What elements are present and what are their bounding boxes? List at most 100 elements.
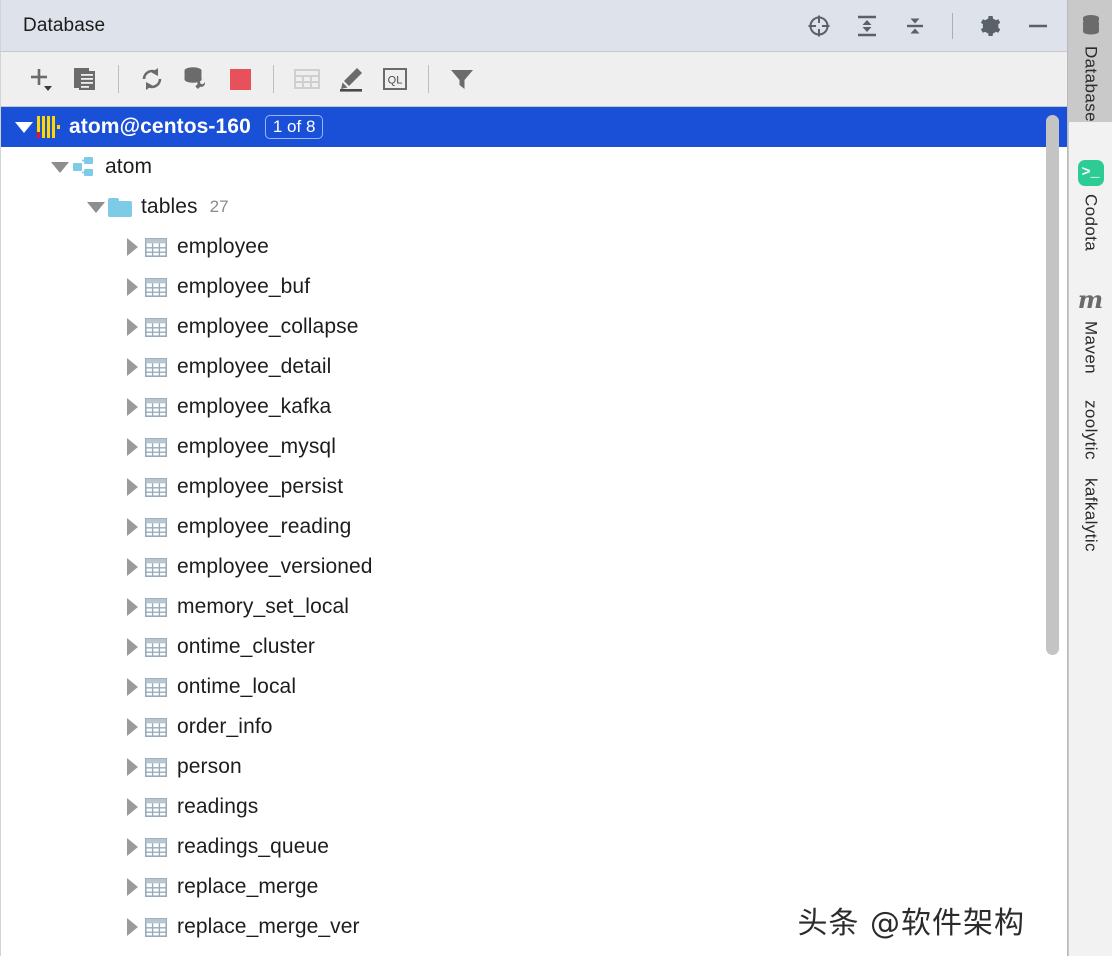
connection-label: atom@centos-160 (69, 115, 251, 138)
chevron-right-icon[interactable] (121, 678, 143, 696)
table-row[interactable]: memory_set_local (1, 587, 1067, 627)
duplicate-button[interactable] (63, 59, 107, 99)
sidebar-item-zoolytic[interactable]: zoolytic (1069, 400, 1112, 460)
chevron-right-icon[interactable] (121, 558, 143, 576)
refresh-button[interactable] (130, 59, 174, 99)
table-row[interactable]: ontime_local (1, 667, 1067, 707)
tables-count: 27 (209, 197, 229, 216)
table-label: employee_buf (177, 275, 311, 298)
table-editor-button[interactable] (285, 59, 329, 99)
table-row[interactable]: employee_mysql (1, 427, 1067, 467)
chevron-down-icon[interactable] (49, 161, 71, 173)
table-label: employee_collapse (177, 315, 359, 338)
table-label: employee_detail (177, 355, 332, 378)
table-label: replace_merge_ver (177, 915, 360, 938)
table-icon (143, 477, 169, 497)
sidebar-item-label: zoolytic (1081, 400, 1101, 461)
table-row[interactable]: person (1, 747, 1067, 787)
table-label: readings (177, 795, 259, 818)
chevron-down-icon[interactable] (85, 201, 107, 213)
db-tools-button[interactable] (174, 59, 218, 99)
database-tool-window: Database QL atom@centos-160 1 of 8 atom … (0, 0, 1068, 956)
table-label: employee_persist (177, 475, 344, 498)
table-row[interactable]: order_info (1, 707, 1067, 747)
header-button-group (804, 11, 1053, 41)
chevron-down-icon[interactable] (13, 121, 35, 133)
chevron-right-icon[interactable] (121, 358, 143, 376)
table-row[interactable]: readings_queue (1, 827, 1067, 867)
sidebar-item-database[interactable]: Database (1068, 0, 1112, 122)
table-icon (143, 917, 169, 937)
tree-node-schema[interactable]: atom (1, 147, 1067, 187)
table-icon (143, 237, 169, 257)
table-row[interactable]: employee_versioned (1, 547, 1067, 587)
table-label: person (177, 755, 242, 778)
modify-button[interactable] (329, 59, 373, 99)
table-row[interactable]: ontime_cluster (1, 627, 1067, 667)
table-label: employee_kafka (177, 395, 332, 418)
table-row[interactable]: employee_kafka (1, 387, 1067, 427)
locate-icon[interactable] (804, 11, 834, 41)
chevron-right-icon[interactable] (121, 918, 143, 936)
table-icon (143, 277, 169, 297)
minimize-icon[interactable] (1023, 11, 1053, 41)
schema-label: atom (105, 155, 153, 178)
expand-all-icon[interactable] (852, 11, 882, 41)
chevron-right-icon[interactable] (121, 518, 143, 536)
table-list: employee employee_buf employee_collapseemp… (1, 227, 1067, 947)
tree-node-connection[interactable]: atom@centos-160 1 of 8 (1, 107, 1067, 147)
chevron-right-icon[interactable] (121, 398, 143, 416)
vertical-scrollbar[interactable] (1046, 115, 1059, 655)
query-console-label: QL (388, 75, 403, 87)
table-icon (143, 437, 169, 457)
table-row[interactable]: employee_persist (1, 467, 1067, 507)
chevron-right-icon[interactable] (121, 758, 143, 776)
header-divider (952, 12, 953, 39)
sidebar-item-label: Database (1081, 46, 1101, 122)
folder-icon (107, 197, 133, 217)
database-tree: atom@centos-160 1 of 8 atom tables 27 em… (1, 107, 1067, 956)
table-row[interactable]: readings (1, 787, 1067, 827)
chevron-right-icon[interactable] (121, 438, 143, 456)
chevron-right-icon[interactable] (121, 878, 143, 896)
sidebar-item-codota[interactable]: >_ Codota (1069, 148, 1112, 251)
table-row[interactable]: employee (1, 227, 1067, 267)
table-row[interactable]: employee_collapse (1, 307, 1067, 347)
schema-icon (71, 156, 97, 178)
table-row[interactable]: replace_merge (1, 867, 1067, 907)
application-root: Database QL atom@centos-160 1 of 8 atom … (0, 0, 1112, 956)
sidebar-item-kafkalytic[interactable]: kafkalytic (1069, 478, 1112, 552)
table-icon (143, 757, 169, 777)
table-row[interactable]: replace_merge_ver (1, 907, 1067, 947)
chevron-right-icon[interactable] (121, 638, 143, 656)
chevron-right-icon[interactable] (121, 718, 143, 736)
chevron-right-icon[interactable] (121, 238, 143, 256)
chevron-right-icon[interactable] (121, 478, 143, 496)
table-row[interactable]: employee_detail (1, 347, 1067, 387)
add-button[interactable] (19, 59, 63, 99)
filter-button[interactable] (440, 59, 484, 99)
toolbar-divider (118, 65, 119, 93)
gear-icon[interactable] (975, 11, 1005, 41)
status-badge: 1 of 8 (264, 114, 324, 140)
table-row[interactable]: employee_reading (1, 507, 1067, 547)
query-console-button[interactable]: QL (373, 59, 417, 99)
chevron-right-icon[interactable] (121, 598, 143, 616)
chevron-right-icon[interactable] (121, 318, 143, 336)
table-row[interactable]: employee_buf (1, 267, 1067, 307)
tree-node-tables-group[interactable]: tables 27 (1, 187, 1067, 227)
chevron-right-icon[interactable] (121, 798, 143, 816)
table-label: employee_versioned (177, 555, 373, 578)
table-icon (143, 317, 169, 337)
table-icon (143, 397, 169, 417)
stop-button[interactable] (218, 59, 262, 99)
tool-window-stripe-right: Database >_ Codota m Maven zoolytic kafk… (1068, 0, 1112, 956)
chevron-right-icon[interactable] (121, 838, 143, 856)
table-label: order_info (177, 715, 273, 738)
table-label: employee (177, 235, 269, 258)
table-label: employee_reading (177, 515, 352, 538)
collapse-all-icon[interactable] (900, 11, 930, 41)
database-tree-panel[interactable]: atom@centos-160 1 of 8 atom tables 27 em… (0, 107, 1067, 956)
sidebar-item-maven[interactable]: m Maven (1069, 275, 1112, 375)
chevron-right-icon[interactable] (121, 278, 143, 296)
